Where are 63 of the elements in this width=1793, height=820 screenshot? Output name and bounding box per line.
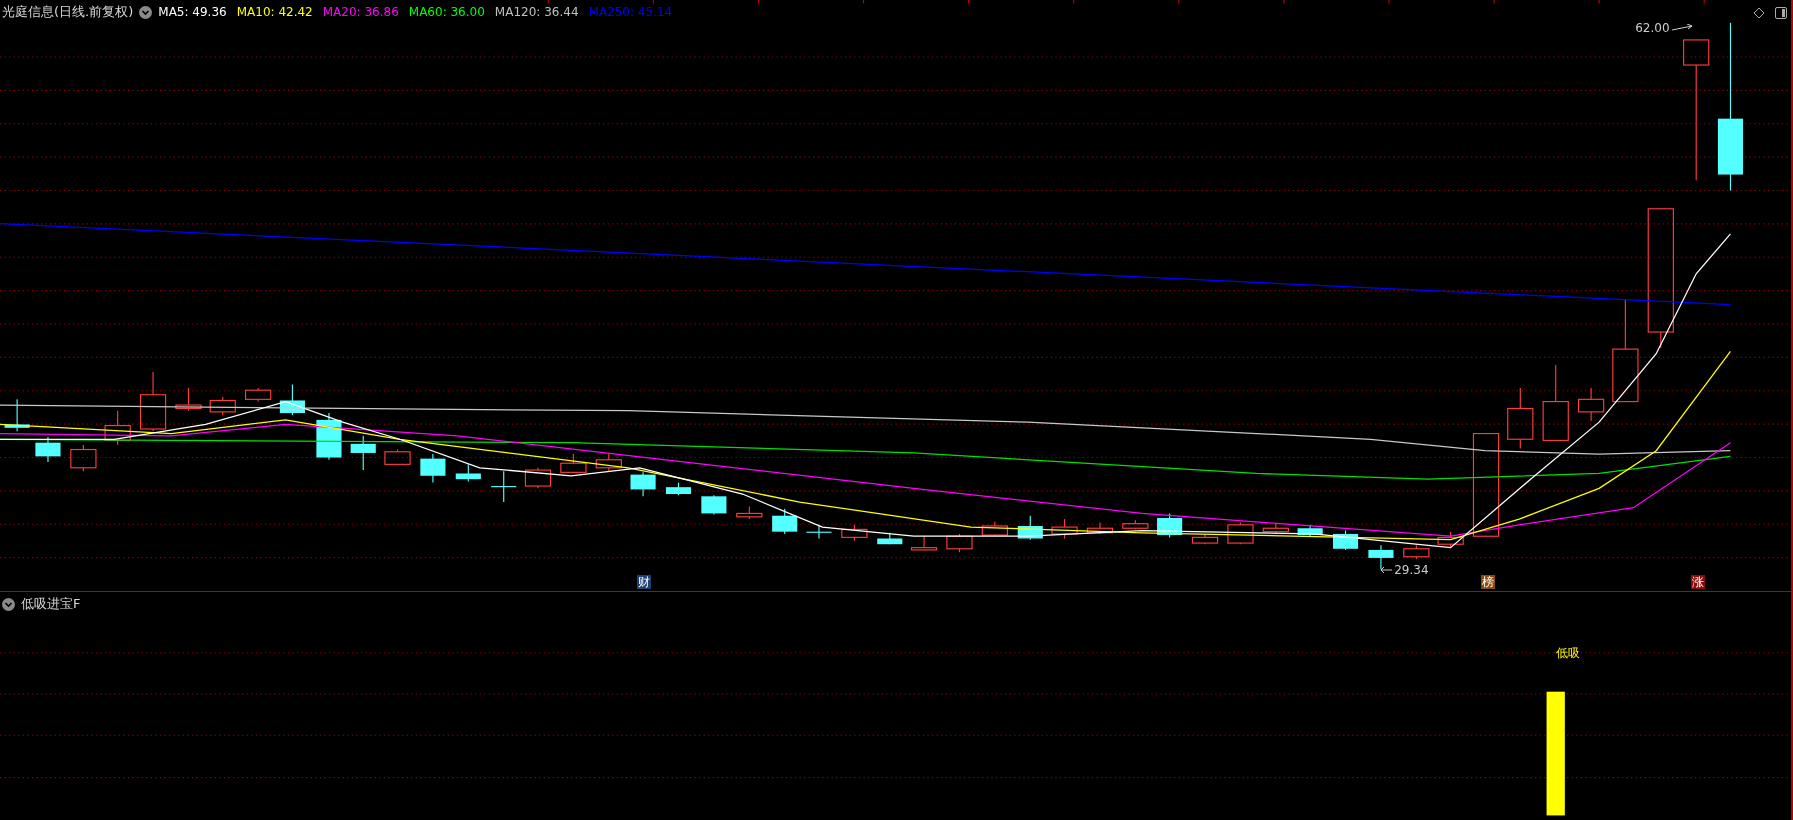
candlestick [877,532,903,545]
ma-indicator: MA250: 45.14 [588,5,673,19]
candlestick [279,383,305,416]
candlestick [1507,387,1534,449]
candlestick [981,520,1008,537]
candlestick [946,533,973,553]
candlestick [524,467,552,489]
ma-indicator: MA5: 49.36 [158,5,227,19]
candlestick [1157,512,1183,538]
candlestick [1086,521,1114,535]
candlestick [1227,521,1254,545]
candlestick [491,470,517,503]
candlestick [209,396,236,416]
candlestick [1578,387,1605,422]
candlestick [1368,544,1394,570]
candlestick [910,535,938,551]
event-marker[interactable]: 涨 [1691,575,1706,590]
arrow-icon [1380,565,1393,574]
ma-indicator: MA60: 36.00 [408,5,485,19]
candlestick [841,524,868,542]
candlestick [560,453,587,473]
candlestick [665,482,692,496]
candlestick [455,463,481,483]
candlestick [1437,531,1464,549]
candlestick [245,387,272,403]
candlestick [1122,519,1149,530]
candlestick [772,508,798,535]
high-price-label: 62.00 [1635,20,1670,35]
candlestick [1191,533,1219,545]
candlestick [70,444,97,472]
candlestick [1297,524,1323,537]
candlestick [736,506,763,520]
indicator-title: 低吸进宝F [21,595,81,613]
dropdown-icon[interactable] [139,5,153,19]
ma-indicator: MA10: 42.42 [236,5,313,19]
ma-indicator: MA20: 36.86 [322,5,399,19]
candlestick [1051,518,1078,540]
low-price-label: 29.34 [1394,562,1429,577]
candlestick [350,435,376,471]
candlestick [384,448,411,465]
candlestick [595,453,622,472]
candlestick [1332,529,1359,551]
candlestick [630,471,656,497]
event-marker[interactable]: 榜 [1480,575,1495,590]
candlestick [420,453,446,484]
arrow-icon [1671,23,1694,32]
candlestick [1403,544,1430,560]
candlestick [1262,523,1289,535]
candlestick [104,410,131,446]
signal-label: 低吸 [1556,644,1581,662]
candlestick [4,398,30,432]
candlestick [175,387,202,412]
diamond-icon[interactable] [1753,7,1765,19]
candlestick [139,371,167,432]
candlestick [35,436,61,463]
panel-icon[interactable] [1775,7,1787,19]
candlestick [806,524,832,540]
ma-indicator: MA120: 36.44 [494,5,579,19]
dropdown-icon[interactable] [2,597,15,611]
candlestick [701,494,727,516]
stock-title: 光庭信息(日线.前复权) [2,3,134,21]
event-marker[interactable]: 财 [636,575,651,590]
candlestick [1017,515,1043,541]
